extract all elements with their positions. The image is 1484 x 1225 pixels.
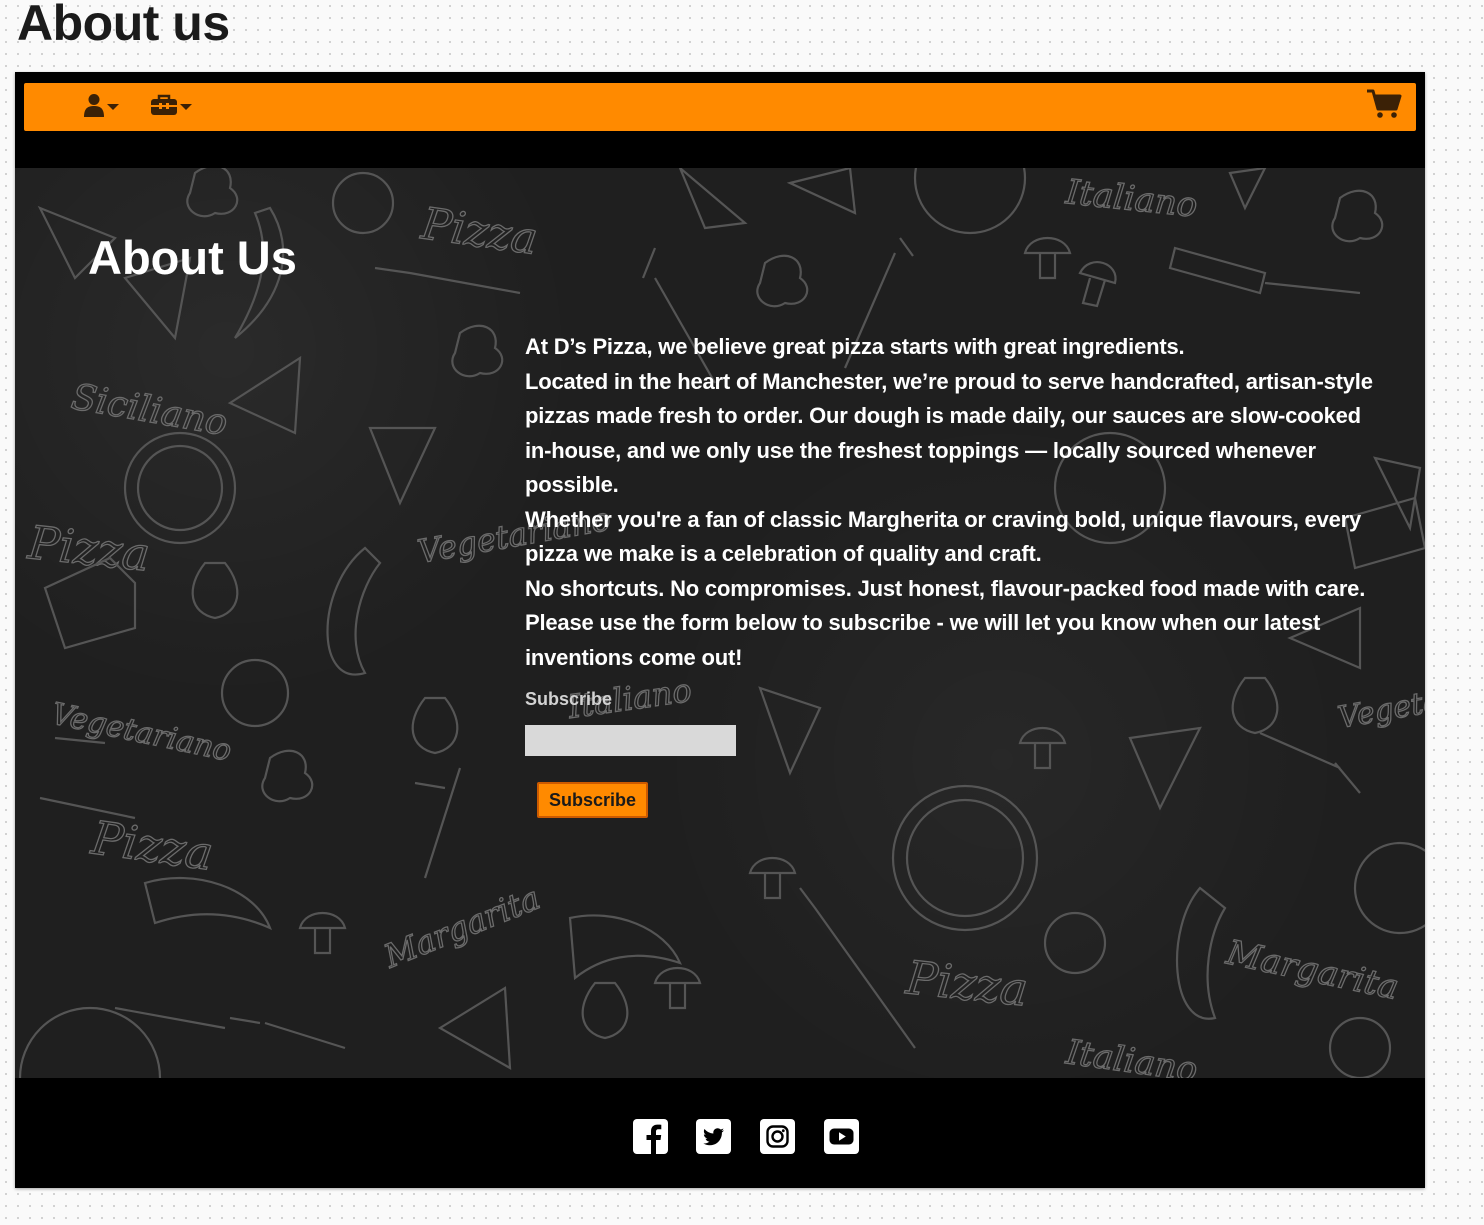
site-frame: Pizza Italiano Siciliano Pizza Vegetaria… [15,72,1425,1188]
site-footer [15,1078,1425,1188]
youtube-icon[interactable] [824,1119,859,1154]
chevron-down-icon [180,104,192,110]
about-content: At D’s Pizza, we believe great pizza sta… [525,330,1385,818]
toolbox-icon [151,94,177,121]
about-paragraph: At D’s Pizza, we believe great pizza sta… [525,334,1185,359]
chevron-down-icon [107,104,119,110]
background-word: Pizza [87,810,216,881]
about-paragraph: No shortcuts. No compromises. Just hones… [525,575,1366,601]
cart-button[interactable] [1366,89,1402,120]
subscribe-button[interactable]: Subscribe [537,782,648,818]
subscribe-form: Subscribe Subscribe [525,689,1385,818]
background-word: Margarita [1222,932,1402,1008]
about-hero: Pizza Italiano Siciliano Pizza Vegetaria… [15,168,1425,1078]
subscribe-input[interactable] [525,725,736,756]
user-icon [84,93,104,122]
background-word: Pizza [25,515,153,582]
subscribe-label: Subscribe [525,689,613,709]
background-word: Italiano [1063,1032,1200,1078]
background-word: Siciliano [68,376,230,444]
about-paragraph: Please use the form below to subscribe -… [525,610,1321,670]
toolbox-menu-toggle[interactable] [151,93,192,121]
about-paragraph: Located in the heart of Manchester, we’r… [525,368,1373,498]
background-word: Pizza [417,198,540,265]
twitter-icon[interactable] [696,1119,731,1154]
about-paragraph: Whether you're a fan of classic Margheri… [525,506,1362,567]
background-word: Italiano [1063,172,1199,226]
about-title: About Us [88,231,297,284]
facebook-icon[interactable] [633,1119,668,1154]
page-heading: About us [17,0,230,51]
user-menu-toggle[interactable] [84,93,119,121]
background-word: Vegetariano [48,697,234,769]
shopping-cart-icon [1366,88,1402,125]
instagram-icon[interactable] [760,1119,795,1154]
navbar [24,83,1416,131]
background-word: Margarita [378,879,545,976]
background-word: Pizza [903,950,1031,1017]
